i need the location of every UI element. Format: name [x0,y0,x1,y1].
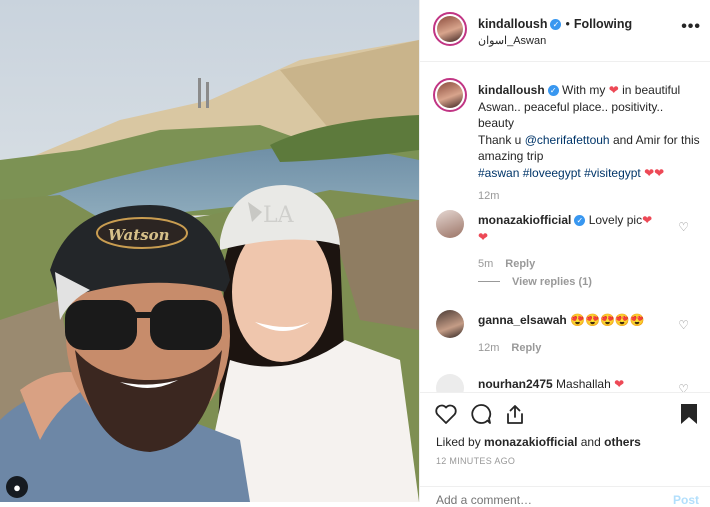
caption-time[interactable]: 12m [478,190,499,202]
comment-like-icon[interactable]: ♡ [678,382,689,392]
comment-text: nourhan2475 Mashallah ❤ [478,376,678,392]
commenter-avatar[interactable] [436,310,464,338]
comments-section[interactable]: kindalloush ✓ With my ❤ in beautiful Aswa… [420,62,710,392]
heart-emoji-icon: ❤ [608,83,619,97]
commenter-username[interactable]: monazakiofficial [478,213,571,227]
mention-link[interactable]: @cherifafettouh [525,133,610,147]
heart-emoji-icon: ❤ [614,377,625,391]
commenter-avatar[interactable] [436,210,464,238]
more-options-icon[interactable]: ••• [681,18,701,36]
post-header: kindalloush ✓ • Following اسوان_Aswan ••• [420,0,710,62]
caption-part: Thank u [478,132,522,147]
reply-button[interactable]: Reply [511,342,541,354]
caption-text: kindalloush ✓ With my ❤ in beautiful Aswa… [478,82,700,181]
post-timestamp: 12 MINUTES AGO [436,456,516,466]
likes-summary: Liked by monazakiofficial and others [436,435,641,449]
author-avatar[interactable] [433,12,467,46]
caption-part: With my [562,83,606,97]
commenter-username[interactable]: nourhan2475 [478,377,553,391]
heart-emoji-icon: ❤❤ [644,165,665,180]
divider [478,281,500,282]
selfie-image: LA Watson [0,0,419,502]
cap-brand: Watson [108,226,170,244]
heart-emoji-icon: ❤ [478,229,489,244]
comment-time[interactable]: 5m [478,258,493,270]
comment-meta: 5m Reply [478,258,535,270]
save-bookmark-icon[interactable] [680,403,698,425]
likes-others-link[interactable]: others [604,435,641,449]
liker-username[interactable]: monazakiofficial [484,435,577,449]
post-actions: Liked by monazakiofficial and others 12 … [420,392,710,507]
hashtags-link[interactable]: #aswan #loveegypt #visitegypt [478,166,641,180]
commenter-avatar[interactable] [436,374,464,392]
likes-and: and [580,435,601,449]
caption-username[interactable]: kindalloush [478,83,545,97]
commenter-username[interactable]: ganna_elsawah [478,313,567,327]
post-photo[interactable]: LA Watson ● [0,0,419,502]
verified-badge-icon: ✓ [547,85,559,96]
likes-prefix: Liked by [436,435,481,449]
comment-time[interactable]: 12m [478,342,499,354]
add-comment-input[interactable] [436,493,636,507]
verified-badge-icon: ✓ [574,215,586,226]
view-replies-button[interactable]: View replies (1) [478,276,592,288]
comment-bubble-icon[interactable] [469,403,493,425]
reply-button[interactable]: Reply [505,258,535,270]
caption-avatar[interactable] [433,78,467,112]
following-button[interactable]: Following [574,17,632,31]
add-comment-bar: Post [420,486,710,507]
comment-meta: 12m Reply [478,342,541,354]
comment-body: Lovely pic [588,213,643,227]
location-link[interactable]: اسوان_Aswan [478,34,546,47]
post-comment-button[interactable]: Post [673,493,699,507]
view-replies-label: View replies (1) [512,276,592,288]
verified-badge-icon: ✓ [550,19,562,30]
comment-body: 😍😍😍😍😍 [570,313,645,327]
comment-like-icon[interactable]: ♡ [678,220,689,234]
comment-text: ganna_elsawah 😍😍😍😍😍 [478,312,678,329]
separator-dot: • [565,17,570,31]
author-username[interactable]: kindalloush [478,17,547,31]
tag-people-icon[interactable]: ● [6,476,28,498]
like-heart-icon[interactable] [434,403,458,425]
comment-body: Mashallah [556,377,611,391]
post-side-panel: kindalloush ✓ • Following اسوان_Aswan ••• k… [419,0,710,507]
cap-logo: LA [263,203,295,228]
share-icon[interactable] [504,403,526,425]
heart-emoji-icon: ❤ [642,213,653,227]
comment-text: monazakiofficial ✓ Lovely pic❤ ❤ [478,212,678,245]
comment-like-icon[interactable]: ♡ [678,318,689,332]
